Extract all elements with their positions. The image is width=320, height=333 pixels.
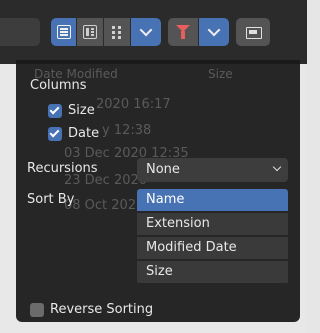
filter-icon bbox=[176, 25, 190, 39]
date-checkbox-label[interactable]: Date bbox=[68, 126, 99, 142]
file-browser-frame: Date Modified Size 2020 16:17 y 12:38 03… bbox=[0, 0, 307, 333]
display-mode-thumbnail-button[interactable] bbox=[77, 18, 103, 46]
size-checkbox-label[interactable]: Size bbox=[68, 103, 95, 119]
bg-date-row: 2020 16:17 bbox=[96, 97, 171, 112]
recursions-label: Recursions bbox=[27, 161, 98, 176]
display-mode-grid-button[interactable] bbox=[104, 18, 130, 46]
sort-option-modified-date[interactable]: Modified Date bbox=[137, 237, 288, 259]
toolbar-left-button[interactable] bbox=[0, 18, 40, 46]
toolbar bbox=[0, 0, 307, 64]
filter-settings-dropdown-button[interactable] bbox=[199, 18, 229, 46]
view-list-icon bbox=[56, 25, 71, 39]
checkmark-icon bbox=[49, 127, 60, 138]
chevron-down-icon bbox=[272, 162, 282, 172]
columns-label: Columns bbox=[30, 78, 87, 93]
reverse-sorting-checkbox[interactable] bbox=[30, 303, 44, 317]
reverse-sorting-label[interactable]: Reverse Sorting bbox=[50, 302, 153, 318]
display-mode-list-button[interactable] bbox=[51, 18, 76, 46]
checkmark-icon bbox=[49, 104, 60, 115]
recursions-value: None bbox=[146, 162, 180, 177]
chevron-down-icon bbox=[139, 23, 153, 37]
size-checkbox[interactable] bbox=[48, 104, 62, 118]
chevron-down-icon bbox=[207, 23, 221, 37]
bg-date-row: 08 Oct 2020 bbox=[64, 198, 145, 213]
bg-date-row: y 12:38 bbox=[102, 123, 152, 138]
sort-by-menu: Name Extension Modified Date Size bbox=[137, 189, 288, 284]
recursions-dropdown[interactable]: None bbox=[137, 158, 288, 182]
view-grid-icon bbox=[111, 25, 123, 39]
folder-icon bbox=[245, 25, 262, 39]
display-settings-dropdown-button[interactable] bbox=[131, 18, 161, 46]
sort-option-size[interactable]: Size bbox=[137, 261, 288, 283]
date-checkbox[interactable] bbox=[48, 127, 62, 141]
sort-option-name[interactable]: Name bbox=[137, 189, 288, 211]
new-folder-button[interactable] bbox=[236, 18, 270, 46]
filter-toggle-button[interactable] bbox=[168, 18, 198, 46]
view-thumbnail-icon bbox=[83, 25, 97, 39]
display-settings-popover: Date Modified Size 2020 16:17 y 12:38 03… bbox=[16, 60, 300, 322]
sort-by-label: Sort By bbox=[27, 192, 75, 207]
bg-header-size: Size bbox=[208, 67, 233, 81]
sort-option-extension[interactable]: Extension bbox=[137, 213, 288, 235]
